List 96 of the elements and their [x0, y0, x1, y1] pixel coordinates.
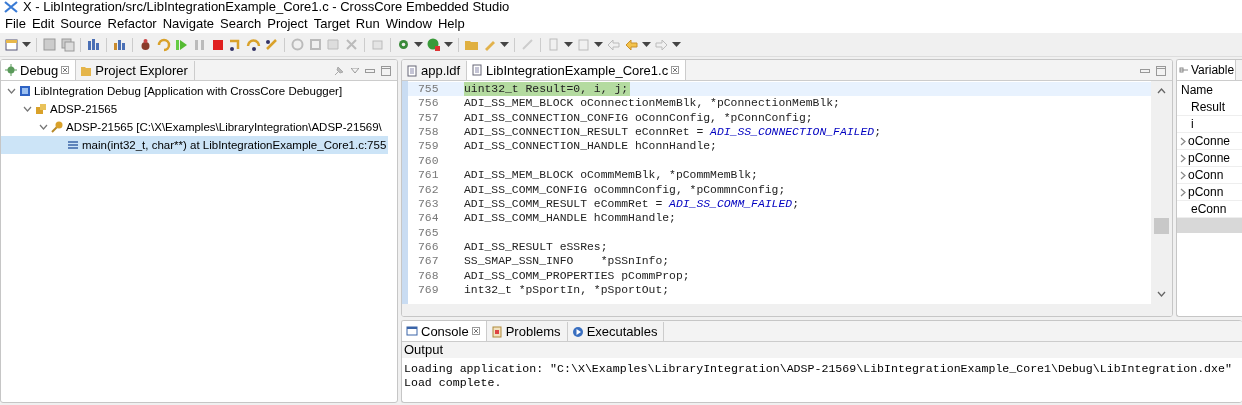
scroll-down-icon[interactable] — [1157, 291, 1166, 297]
code-line: ADI_SS_COMM_HANDLE hCommHandle; — [464, 211, 676, 226]
tab[interactable]: Debug — [1, 60, 77, 80]
chevron-down-icon[interactable] — [39, 124, 48, 130]
horizontal-scrollbar[interactable] — [402, 304, 1172, 316]
menu-item[interactable]: Project — [264, 16, 311, 31]
console-line: Loading application: "C:\X\Examples\LibraryIntegration\ADSP-21569\LibIntegrationExample_Core1\Debug\LibIntegration.dxe" — [404, 362, 1233, 376]
line-number: 764 — [417, 211, 440, 226]
caret-icon[interactable] — [500, 41, 509, 48]
tab[interactable]: LibIntegrationExample_Core1.c — [467, 60, 687, 80]
folder-icon — [80, 64, 93, 77]
line-number: 760 — [417, 153, 440, 169]
caret-icon[interactable] — [564, 41, 573, 48]
line-number: 768 — [417, 268, 440, 284]
clipboard-icon — [490, 325, 503, 338]
variables-tab[interactable]: Variable — [1177, 60, 1237, 80]
console-line: Load complete. — [404, 376, 503, 390]
tab[interactable]: Executables — [567, 322, 665, 341]
menu-item[interactable]: Help — [434, 16, 468, 31]
code-line: ADI_SS_COMM_CONFIG oCommnConfig, *pCommnConfig; — [464, 182, 786, 197]
variable-row[interactable]: i — [1177, 116, 1242, 133]
menu-item[interactable]: Navigate — [159, 16, 217, 31]
app-logo-icon — [4, 1, 18, 13]
code-line: ADI_SS_MEM_BLOCK oCommMemBlk, *pCommMemBlk; — [464, 168, 758, 183]
minimize-icon[interactable] — [1140, 68, 1150, 74]
line-number: 757 — [417, 110, 440, 126]
vertical-scrollbar[interactable] — [1151, 81, 1172, 304]
tree-item[interactable]: LibIntegration Debug [Application with CrossCore Debugger] — [1, 82, 397, 100]
line-number: 769 — [417, 283, 440, 298]
code-line: ADI_SS_COMM_PROPERTIES pCommProp; — [464, 268, 690, 284]
stop-icon[interactable] — [210, 37, 225, 52]
line-number: 761 — [417, 168, 440, 183]
file-icon — [471, 64, 484, 76]
caret-icon[interactable] — [22, 41, 31, 48]
menu-item[interactable]: Source — [57, 16, 105, 31]
line-number: 767 — [417, 254, 440, 269]
scroll-up-icon[interactable] — [1157, 88, 1166, 94]
menu-item[interactable]: Window — [382, 16, 435, 31]
close-icon[interactable] — [671, 66, 680, 74]
variable-row[interactable]: oConn — [1177, 167, 1242, 184]
variable-row[interactable]: pConne — [1177, 150, 1242, 167]
tab[interactable]: Project Explorer — [76, 61, 195, 80]
code-line: SS_SMAP_SSN_INFO *pSSnInfo; — [464, 254, 670, 269]
line-number: 763 — [417, 196, 440, 212]
caret-icon[interactable] — [642, 41, 651, 48]
code-line: ADI_SS_CONNECTION_CONFIG oConnConfig, *pConnConfig; — [464, 110, 813, 126]
line-number: 766 — [417, 239, 440, 255]
tree-item[interactable]: ADSP-21565 — [1, 100, 397, 118]
tab[interactable]: Console — [402, 321, 487, 341]
chevron-down-icon[interactable] — [23, 106, 32, 112]
code-line: ADI_SS_RESULT eSSRes; — [464, 239, 608, 255]
caret-icon[interactable] — [414, 41, 423, 48]
menu-item[interactable]: Refactor — [104, 16, 160, 31]
code-line: ADI_SS_CONNECTION_RESULT eConnRet = ADI_SS_CONNECTION_FAILED; — [464, 125, 881, 140]
resume-icon[interactable] — [174, 37, 189, 52]
scroll-thumb[interactable] — [1154, 218, 1169, 234]
menu-item[interactable]: Target — [310, 16, 353, 31]
caret-icon[interactable] — [594, 41, 603, 48]
line-number: 758 — [417, 125, 440, 140]
caret-icon[interactable] — [444, 41, 453, 48]
maximize-icon[interactable] — [381, 66, 391, 76]
maximize-icon[interactable] — [1156, 66, 1166, 76]
menu-item[interactable]: File — [2, 16, 29, 31]
code-line: ADI_SS_MEM_BLOCK oConnectionMemBlk, *pConnectionMemBlk; — [464, 96, 840, 111]
chevron-down-icon[interactable] — [7, 88, 16, 94]
file-icon — [406, 64, 418, 77]
variable-row[interactable]: Result — [1177, 99, 1242, 116]
horizontal-scrollbar[interactable] — [1177, 218, 1242, 233]
code-line: ADI_SS_COMM_RESULT eCommRet = ADI_SS_COMM_FAILED; — [464, 196, 799, 212]
code-line: int32_t *pSportIn, *pSportOut; — [464, 283, 670, 298]
stack-frame-icon — [67, 139, 79, 151]
tree-item[interactable]: ADSP-21565 [C:\X\Examples\LibraryIntegration\ADSP-21569\ — [1, 118, 397, 136]
caret-icon[interactable] — [672, 41, 681, 48]
variable-row[interactable]: oConne — [1177, 133, 1242, 150]
line-number: 762 — [417, 182, 440, 197]
column-header[interactable]: Name — [1177, 81, 1242, 99]
pin-icon[interactable] — [333, 65, 345, 77]
console-icon — [406, 325, 418, 337]
code-line: ADI_SS_CONNECTION_HANDLE hConnHandle; — [464, 139, 717, 154]
line-number: 755 — [417, 82, 440, 97]
close-icon[interactable] — [61, 66, 70, 74]
close-icon[interactable] — [471, 327, 480, 335]
menu-item[interactable]: Run — [352, 16, 383, 31]
menu-item[interactable]: Edit — [28, 16, 58, 31]
line-number: 756 — [417, 96, 440, 111]
line-number: 765 — [417, 225, 440, 240]
console-heading: Output — [402, 342, 1242, 358]
window-title: X - LibIntegration/src/LibIntegrationExample_Core1.c - CrossCore Embedded Studio — [23, 0, 510, 14]
menu-item[interactable]: Search — [217, 16, 265, 31]
view-menu-icon[interactable] — [351, 68, 359, 74]
play-icon — [571, 325, 584, 338]
tree-item[interactable]: main(int32_t, char**) at LibIntegrationExample_Core1.c:755 — [1, 136, 389, 154]
minimize-icon[interactable] — [365, 68, 375, 74]
tab[interactable]: Problems — [486, 322, 568, 341]
variable-row[interactable]: pConn — [1177, 184, 1242, 201]
line-number: 759 — [417, 139, 440, 154]
